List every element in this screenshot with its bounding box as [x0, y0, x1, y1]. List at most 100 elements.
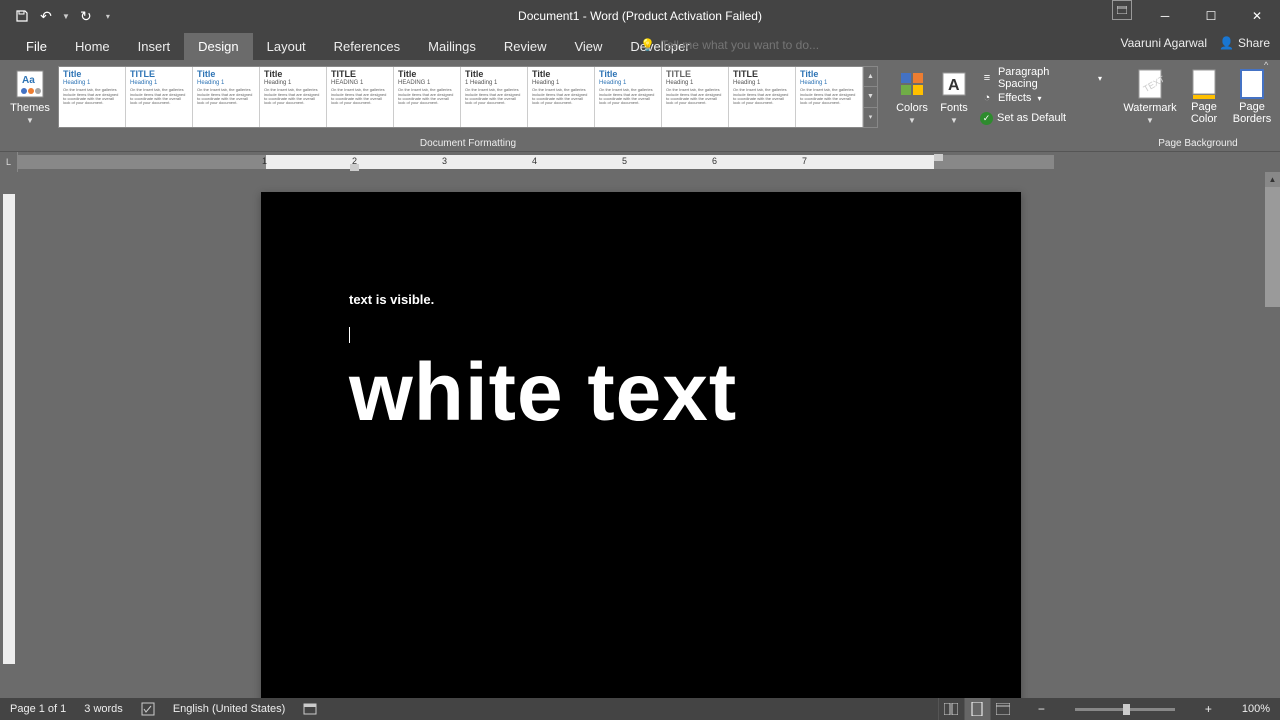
- style-thumb-5[interactable]: TitleHEADING 1On the Insert tab, the gal…: [394, 67, 461, 127]
- zoom-slider[interactable]: [1075, 708, 1175, 711]
- style-thumb-7[interactable]: TitleHeading 1On the Insert tab, the gal…: [528, 67, 595, 127]
- dropdown-icon: ▼: [26, 116, 34, 125]
- zoom-level[interactable]: 100%: [1242, 703, 1270, 715]
- ibeam-cursor-icon: [801, 304, 802, 322]
- ribbon-tabs: File Home Insert Design Layout Reference…: [0, 32, 1280, 60]
- tab-design[interactable]: Design: [184, 33, 252, 60]
- ruler-tick: 3: [442, 156, 447, 166]
- effects-icon: ◔: [980, 91, 994, 105]
- group-document-formatting: Document Formatting: [58, 136, 878, 151]
- print-layout-button[interactable]: [964, 698, 990, 720]
- read-mode-button[interactable]: [938, 698, 964, 720]
- redo-icon[interactable]: ↻: [78, 8, 94, 24]
- colors-button[interactable]: Colors ▼: [892, 66, 932, 127]
- ruler-tick: 6: [712, 156, 717, 166]
- watermark-button[interactable]: TEXT Watermark ▼: [1120, 66, 1180, 127]
- fonts-button[interactable]: A Fonts ▼: [934, 66, 974, 127]
- tab-home[interactable]: Home: [61, 33, 124, 60]
- document-page[interactable]: text is visible. white text: [261, 192, 1021, 698]
- gallery-scroll-more[interactable]: ▾: [864, 108, 877, 127]
- ribbon-design: Aa Themes ▼ TitleHeading 1On the Insert …: [0, 60, 1280, 152]
- user-name[interactable]: Vaaruni Agarwal: [1121, 36, 1208, 50]
- tab-review[interactable]: Review: [490, 33, 561, 60]
- collapse-ribbon-icon[interactable]: ^: [1264, 60, 1278, 150]
- colors-icon: [896, 68, 928, 100]
- ruler-tick: 4: [532, 156, 537, 166]
- style-thumb-4[interactable]: TITLEHEADING 1On the Insert tab, the gal…: [327, 67, 394, 127]
- watermark-label: Watermark: [1123, 102, 1176, 114]
- dropdown-icon: ▼: [1146, 116, 1154, 125]
- style-thumb-8[interactable]: TitleHeading 1On the Insert tab, the gal…: [595, 67, 662, 127]
- undo-icon[interactable]: ↶: [38, 8, 54, 24]
- text-cursor: [349, 327, 350, 343]
- document-heading-text[interactable]: white text: [349, 354, 933, 432]
- tab-references[interactable]: References: [320, 33, 414, 60]
- dropdown-icon: ▼: [908, 116, 916, 125]
- tell-me-input[interactable]: [661, 38, 841, 52]
- page-color-button[interactable]: Page Color: [1182, 66, 1226, 127]
- page-color-icon: [1188, 68, 1220, 100]
- page-number-status[interactable]: Page 1 of 1: [10, 703, 66, 715]
- tell-me-box[interactable]: 💡: [640, 38, 841, 52]
- ruler-area: L 1234567: [0, 152, 1280, 172]
- dropdown-icon: ▼: [950, 116, 958, 125]
- gallery-scroll-up[interactable]: ▲: [864, 67, 877, 87]
- style-thumb-1[interactable]: TITLEHeading 1On the Insert tab, the gal…: [126, 67, 193, 127]
- zoom-in-button[interactable]: +: [1201, 702, 1216, 716]
- paragraph-spacing-button[interactable]: ≡Paragraph Spacing▾: [976, 68, 1106, 88]
- ribbon-display-icon[interactable]: [1112, 0, 1132, 20]
- qat-customize-icon[interactable]: ▾: [106, 12, 110, 21]
- svg-text:A: A: [948, 77, 960, 94]
- effects-label: Effects: [998, 92, 1031, 104]
- style-thumb-2[interactable]: TitleHeading 1On the Insert tab, the gal…: [193, 67, 260, 127]
- style-thumb-0[interactable]: TitleHeading 1On the Insert tab, the gal…: [59, 67, 126, 127]
- set-default-label: Set as Default: [997, 112, 1066, 124]
- document-text-line[interactable]: text is visible.: [349, 292, 933, 307]
- tab-view[interactable]: View: [560, 33, 616, 60]
- ruler-tick: 5: [622, 156, 627, 166]
- status-bar: Page 1 of 1 3 words English (United Stat…: [0, 698, 1280, 720]
- language-status[interactable]: English (United States): [173, 703, 286, 715]
- tab-layout[interactable]: Layout: [253, 33, 320, 60]
- tab-insert[interactable]: Insert: [124, 33, 185, 60]
- right-indent-marker[interactable]: [934, 154, 943, 161]
- tab-file[interactable]: File: [12, 33, 61, 60]
- scroll-up-button[interactable]: ▲: [1265, 172, 1280, 187]
- set-default-button[interactable]: ✓ Set as Default: [976, 108, 1106, 128]
- style-thumb-6[interactable]: Title1 Heading 1On the Insert tab, the g…: [461, 67, 528, 127]
- macro-icon[interactable]: [303, 702, 317, 716]
- themes-button[interactable]: Aa Themes ▼: [6, 66, 54, 127]
- style-thumb-9[interactable]: TITLEHeading 1On the Insert tab, the gal…: [662, 67, 729, 127]
- style-thumb-3[interactable]: TitleHeading 1On the Insert tab, the gal…: [260, 67, 327, 127]
- share-button[interactable]: 👤 Share: [1219, 36, 1270, 50]
- web-layout-button[interactable]: [990, 698, 1016, 720]
- watermark-icon: TEXT: [1134, 68, 1166, 100]
- style-thumb-10[interactable]: TITLEHeading 1On the Insert tab, the gal…: [729, 67, 796, 127]
- close-button[interactable]: ✕: [1234, 0, 1280, 32]
- colors-label: Colors: [896, 102, 928, 114]
- maximize-button[interactable]: ☐: [1188, 0, 1234, 32]
- word-count-status[interactable]: 3 words: [84, 703, 123, 715]
- tab-mailings[interactable]: Mailings: [414, 33, 490, 60]
- vertical-scrollbar[interactable]: ▲: [1265, 172, 1280, 698]
- svg-text:Aa: Aa: [22, 75, 35, 86]
- effects-button[interactable]: ◔Effects▾: [976, 88, 1106, 108]
- vertical-ruler[interactable]: [0, 172, 18, 698]
- save-icon[interactable]: [14, 8, 30, 24]
- check-icon: ✓: [980, 112, 993, 125]
- minimize-button[interactable]: ─: [1142, 0, 1188, 32]
- horizontal-ruler[interactable]: 1234567: [18, 152, 1280, 172]
- title-bar: ↶ ▼ ↻ ▾ Document1 - Word (Product Activa…: [0, 0, 1280, 32]
- style-thumb-11[interactable]: TitleHeading 1On the Insert tab, the gal…: [796, 67, 863, 127]
- style-gallery: TitleHeading 1On the Insert tab, the gal…: [58, 66, 878, 128]
- gallery-scroll-down[interactable]: ▼: [864, 87, 877, 107]
- ruler-tick: 2: [352, 156, 357, 166]
- spellcheck-icon[interactable]: [141, 702, 155, 716]
- tab-selector[interactable]: L: [0, 152, 18, 172]
- share-label: Share: [1238, 36, 1270, 50]
- page-color-label: Page Color: [1184, 102, 1224, 125]
- scroll-thumb[interactable]: [1265, 187, 1280, 307]
- zoom-slider-thumb[interactable]: [1123, 704, 1130, 715]
- undo-dropdown-icon[interactable]: ▼: [62, 12, 70, 21]
- zoom-out-button[interactable]: −: [1034, 702, 1049, 716]
